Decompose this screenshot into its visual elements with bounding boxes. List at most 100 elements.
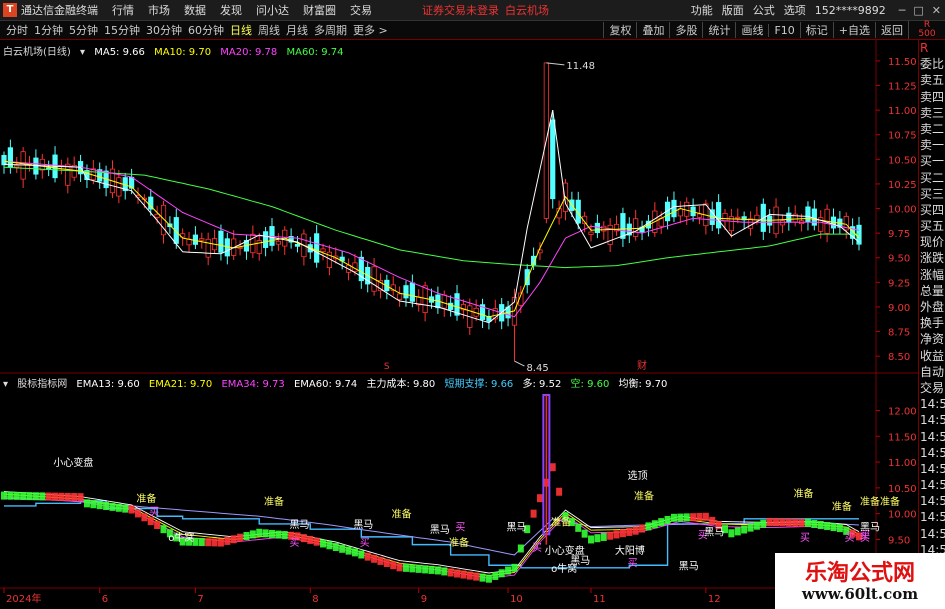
y-tick-label: 8.75 [888, 328, 910, 339]
ribbon-block [556, 487, 563, 496]
period-more[interactable]: 更多 > [353, 22, 388, 38]
app-logo-icon: T [3, 3, 17, 17]
menu-banmian[interactable]: 版面 [722, 2, 744, 18]
menu-hangqing[interactable]: 行情 [112, 2, 134, 18]
signal-label: 买 [360, 537, 370, 549]
chevron-down-icon[interactable]: ▾ [80, 47, 85, 58]
chevron-down-icon[interactable]: ▾ [3, 379, 8, 390]
period-60min[interactable]: 60分钟 [188, 22, 224, 38]
menu-xuanxiang[interactable]: 选项 [784, 2, 806, 18]
y-tick-label: 12.00 [888, 406, 917, 417]
tool-biaoji[interactable]: 标记 [799, 22, 833, 38]
candles [1, 62, 862, 362]
ribbon-block [371, 554, 378, 563]
menu-caifuquan[interactable]: 财富圈 [303, 2, 336, 18]
signal-label: 买 [532, 542, 542, 554]
main-legend: 白云机场(日线) ▾ MA5: 9.66 MA10: 9.70 MA20: 9.… [3, 43, 349, 58]
tool-fuquan[interactable]: 复权 [603, 22, 636, 38]
side-panel-label: 买一 [920, 154, 945, 169]
x-tick-label: 9 [421, 594, 427, 605]
candle-body [811, 208, 817, 226]
period-week[interactable]: 周线 [258, 22, 280, 38]
ribbon-block [645, 522, 652, 531]
candle-body [409, 282, 415, 302]
candle-body [722, 213, 728, 222]
ribbon-block [134, 509, 141, 518]
close-icon[interactable]: ✕ [932, 4, 941, 17]
y-tick-label: 9.25 [888, 278, 910, 289]
candle-body [218, 230, 224, 253]
tool-diejia[interactable]: 叠加 [636, 22, 669, 38]
balance-value: 均衡: 9.70 [618, 379, 668, 390]
period-30min[interactable]: 30分钟 [146, 22, 182, 38]
x-tick-label: 6 [102, 594, 108, 605]
side-panel-label: 净资 [920, 332, 945, 347]
tool-tongji[interactable]: 统计 [702, 22, 735, 38]
side-panel-label: 买五 [920, 219, 945, 234]
candle-body [696, 213, 703, 218]
menu-wenxiaoda[interactable]: 问小达 [256, 2, 289, 18]
side-panel-label: 自动 [920, 364, 945, 379]
ribbon-block [588, 535, 595, 544]
ribbon-block [326, 541, 333, 550]
kline-chart[interactable]: 11.50 11.25 11.00 10.75 10.50 10.25 10.00 9.75 9… [0, 40, 918, 609]
ribbon-block [747, 523, 754, 532]
ribbon-block [434, 566, 441, 575]
menu-shichang[interactable]: 市场 [148, 2, 170, 18]
period-fenshi[interactable]: 分时 [6, 22, 28, 38]
candle-body [320, 248, 326, 253]
watermark: 乐淘公式网 www.60lt.com [775, 553, 945, 609]
ribbon-block [447, 568, 454, 577]
ribbon-block [466, 571, 473, 580]
ribbon-block [300, 534, 307, 543]
signal-label: 黑马 [290, 519, 310, 531]
candle-body [314, 233, 320, 263]
y-tick-label: 9.00 [888, 303, 910, 314]
period-1min[interactable]: 1分钟 [34, 22, 63, 38]
period-5min[interactable]: 5分钟 [69, 22, 98, 38]
period-multi[interactable]: 多周期 [314, 22, 347, 38]
ribbon-block [52, 492, 59, 501]
trade-login-warning[interactable]: 证券交易未登录 [422, 2, 499, 18]
tool-huaxian[interactable]: 画线 [735, 22, 768, 38]
user-account[interactable]: 152****9892 [815, 4, 886, 17]
side-panel-label: 委比 [920, 57, 945, 72]
menu-jiaoyi[interactable]: 交易 [350, 2, 372, 18]
minimize-icon[interactable]: ─ [899, 4, 906, 17]
tool-add-watchlist[interactable]: +自选 [832, 22, 875, 38]
signal-label: 买 [800, 532, 810, 544]
tool-f10[interactable]: F10 [768, 23, 799, 37]
candle-body [754, 214, 760, 221]
ribbon-block [792, 518, 799, 527]
ribbon-block [600, 532, 607, 541]
y-tick-label: 10.50 [888, 155, 917, 166]
menu-shuju[interactable]: 数据 [184, 2, 206, 18]
signal-label: 大阳博 [615, 544, 645, 557]
signal-label: 准备 [392, 508, 412, 521]
ribbon-block [32, 492, 39, 501]
period-toolbar: 分时 1分钟 5分钟 15分钟 30分钟 60分钟 日线 周线 月线 多周期 更… [0, 21, 945, 40]
ribbon-block [217, 538, 224, 547]
signal-label: 黑马 [430, 524, 450, 536]
ribbon-block [345, 546, 352, 555]
rs-indicator[interactable]: R 500 [908, 21, 945, 39]
period-month[interactable]: 月线 [286, 22, 308, 38]
period-day[interactable]: 日线 [230, 22, 252, 38]
ribbon-block [13, 491, 20, 500]
y-tick-label: 11.50 [888, 432, 917, 443]
menu-gongshi[interactable]: 公式 [753, 2, 775, 18]
side-panel-label: R [920, 41, 929, 55]
tool-back[interactable]: 返回 [875, 22, 908, 38]
ribbon-block [811, 519, 818, 528]
y-tick-label: 9.50 [888, 535, 910, 546]
y-tick-label: 9.50 [888, 254, 910, 265]
menu-gongneng[interactable]: 功能 [691, 2, 713, 18]
ribbon-block [734, 527, 741, 536]
period-15min[interactable]: 15分钟 [104, 22, 140, 38]
ribbon-block [530, 509, 537, 518]
menu-faxian[interactable]: 发现 [220, 2, 242, 18]
side-panel-label: 涨幅 [920, 267, 945, 282]
long-value: 多: 9.52 [522, 379, 562, 390]
tool-duogu[interactable]: 多股 [669, 22, 702, 38]
maximize-icon[interactable]: □ [913, 4, 923, 17]
